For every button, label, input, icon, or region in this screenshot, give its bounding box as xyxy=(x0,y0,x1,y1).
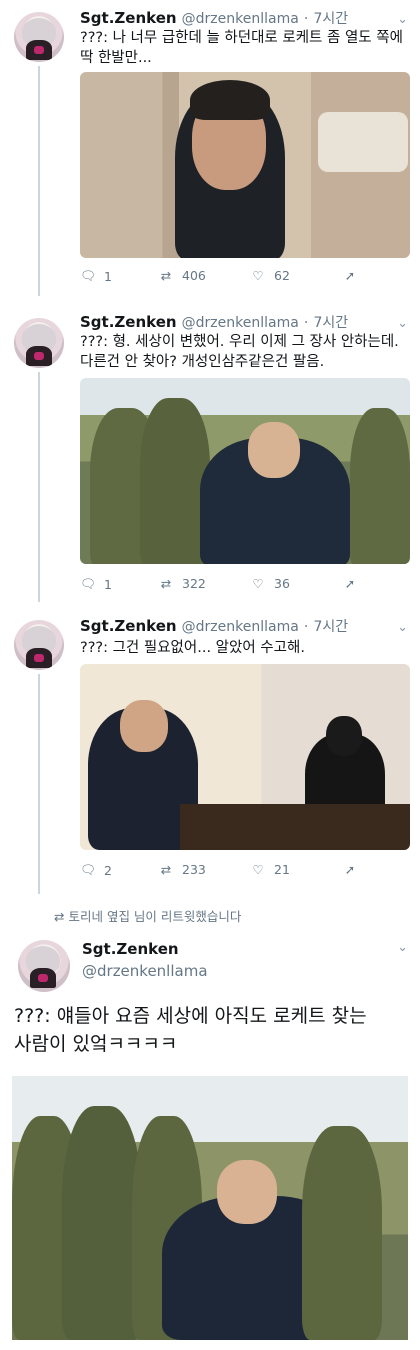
separator: · xyxy=(303,315,309,331)
tweet-text: ???: 형. 세상이 변했어. 우리 이제 그 장사 안하는데. 다른건 안 … xyxy=(80,334,399,370)
avatar[interactable] xyxy=(14,620,64,670)
reply-icon: 🗨 xyxy=(80,576,96,591)
tweet-text: ???: 그건 필요없어... 알았어 수고해. xyxy=(80,640,305,656)
tweet-image[interactable] xyxy=(12,1076,408,1340)
separator: · xyxy=(303,11,309,27)
heart-icon: ♡ xyxy=(252,576,264,591)
like-count: 36 xyxy=(274,576,290,591)
display-name[interactable]: Sgt.Zenken xyxy=(80,313,177,331)
retweet-icon: ⇄ xyxy=(160,862,172,877)
handle[interactable]: @drzenkenllama xyxy=(182,619,299,635)
tweet-1[interactable]: Sgt.Zenken @drzenkenllama · 7시간 ⌄ ???: 나… xyxy=(0,0,420,296)
tweet-text: ???: 얘들아 요즘 세상에 아직도 로케트 찾는 사람이 있엌ㅋㅋㅋㅋ xyxy=(14,1005,367,1055)
like-button[interactable]: ♡ 36 xyxy=(250,576,290,591)
chevron-down-icon[interactable]: ⌄ xyxy=(397,620,408,635)
timestamp[interactable]: 7시간 xyxy=(313,11,348,27)
heart-icon: ♡ xyxy=(252,862,264,877)
retweet-button[interactable]: ⇄ 233 xyxy=(158,862,206,877)
chevron-down-icon[interactable]: ⌄ xyxy=(397,12,408,27)
chevron-down-icon[interactable]: ⌄ xyxy=(397,940,408,955)
retweet-count: 233 xyxy=(182,862,206,877)
share-button[interactable]: ➚ xyxy=(342,576,358,591)
reply-button[interactable]: 🗨 1 xyxy=(80,576,112,592)
share-icon: ➚ xyxy=(344,576,356,591)
avatar[interactable] xyxy=(14,12,64,62)
retweet-note[interactable]: ⇄ 토리네 옆집 님이 리트윗했습니다 xyxy=(54,906,241,925)
reply-button[interactable]: 🗨 1 xyxy=(80,268,112,284)
tweet-actions: 🗨 1 ⇄ 322 ♡ 36 ➚ xyxy=(80,576,380,596)
handle[interactable]: @drzenkenllama xyxy=(82,962,208,980)
handle[interactable]: @drzenkenllama xyxy=(182,11,299,27)
thread-line xyxy=(38,372,40,602)
tweet-header: Sgt.Zenken @drzenkenllama · 7시간 xyxy=(80,312,348,332)
like-button[interactable]: ♡ 62 xyxy=(250,268,290,283)
tweet-text: ???: 나 너무 급한데 늘 하던대로 로케트 좀 열도 쪽에 딱 한발만..… xyxy=(80,30,403,66)
thread-line xyxy=(38,66,40,296)
tweet-image[interactable] xyxy=(80,378,410,564)
reply-icon: 🗨 xyxy=(80,862,96,877)
tweet-actions: 🗨 1 ⇄ 406 ♡ 62 ➚ xyxy=(80,268,380,288)
chevron-down-icon[interactable]: ⌄ xyxy=(397,316,408,331)
retweet-note-text: 토리네 옆집 님이 리트윗했습니다 xyxy=(68,909,242,924)
share-icon: ➚ xyxy=(344,862,356,877)
thread-line xyxy=(38,674,40,894)
retweet-count: 406 xyxy=(182,268,206,283)
heart-icon: ♡ xyxy=(252,268,264,283)
retweet-icon: ⇄ xyxy=(160,268,172,283)
share-button[interactable]: ➚ xyxy=(342,862,358,877)
share-button[interactable]: ➚ xyxy=(342,268,358,283)
share-icon: ➚ xyxy=(344,268,356,283)
reply-count: 1 xyxy=(104,576,112,592)
like-count: 21 xyxy=(274,862,290,877)
avatar[interactable] xyxy=(18,940,70,992)
display-name[interactable]: Sgt.Zenken xyxy=(80,9,177,27)
reply-count: 2 xyxy=(104,862,112,878)
reply-count: 1 xyxy=(104,268,112,284)
handle[interactable]: @drzenkenllama xyxy=(182,315,299,331)
retweet-count: 322 xyxy=(182,576,206,591)
retweet-icon: ⇄ xyxy=(160,576,172,591)
like-count: 62 xyxy=(274,268,290,283)
tweet-3[interactable]: Sgt.Zenken @drzenkenllama · 7시간 ⌄ ???: 그… xyxy=(0,606,420,894)
display-name[interactable]: Sgt.Zenken xyxy=(80,617,177,635)
retweet-button[interactable]: ⇄ 322 xyxy=(158,576,206,591)
tweet-image[interactable] xyxy=(80,72,410,258)
timestamp[interactable]: 7시간 xyxy=(313,619,348,635)
like-button[interactable]: ♡ 21 xyxy=(250,862,290,877)
avatar[interactable] xyxy=(14,318,64,368)
display-name[interactable]: Sgt.Zenken xyxy=(82,940,179,958)
timestamp[interactable]: 7시간 xyxy=(313,315,348,331)
tweet-2[interactable]: Sgt.Zenken @drzenkenllama · 7시간 ⌄ ???: 형… xyxy=(0,302,420,602)
tweet-header: Sgt.Zenken @drzenkenllama · 7시간 xyxy=(80,8,348,28)
retweet-icon: ⇄ xyxy=(54,909,65,924)
tweet-actions: 🗨 2 ⇄ 233 ♡ 21 ➚ xyxy=(80,862,380,882)
retweeted-tweet[interactable]: Sgt.Zenken @drzenkenllama ⌄ ???: 얘들아 요즘 … xyxy=(0,928,420,1348)
reply-icon: 🗨 xyxy=(80,268,96,283)
tweet-header: Sgt.Zenken @drzenkenllama · 7시간 xyxy=(80,616,348,636)
retweet-button[interactable]: ⇄ 406 xyxy=(158,268,206,283)
reply-button[interactable]: 🗨 2 xyxy=(80,862,112,878)
tweet-image[interactable] xyxy=(80,664,410,850)
separator: · xyxy=(303,619,309,635)
